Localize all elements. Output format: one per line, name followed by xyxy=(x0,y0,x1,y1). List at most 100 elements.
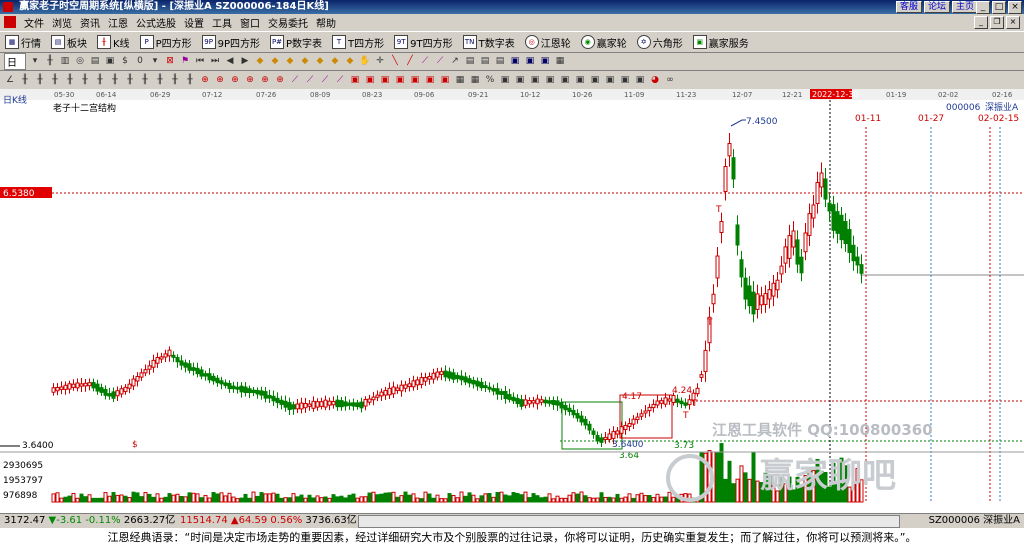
target-icon[interactable]: ⊕ xyxy=(199,74,211,86)
ruler-icon[interactable]: ▤ xyxy=(479,55,491,67)
zero-icon[interactable]: 0 xyxy=(134,55,146,67)
fan-icon[interactable]: ⟋ xyxy=(334,74,346,86)
chevron-down-icon[interactable]: ▾ xyxy=(149,55,161,67)
car-icon[interactable]: ▦ xyxy=(554,55,566,67)
grid-lines-icon[interactable]: ╫ xyxy=(184,74,196,86)
menu-gann[interactable]: 江恩 xyxy=(104,15,132,30)
diamond-icon[interactable]: ◆ xyxy=(284,55,296,67)
box-icon[interactable]: ▣ xyxy=(619,74,631,86)
last-icon[interactable]: ⏭ xyxy=(209,55,221,67)
service-link[interactable]: 客服 xyxy=(895,1,922,13)
target-icon[interactable]: ⊕ xyxy=(274,74,286,86)
diamond-icon[interactable]: ◆ xyxy=(329,55,341,67)
save-icon[interactable]: ▣ xyxy=(539,55,551,67)
diamond-icon[interactable]: ◆ xyxy=(314,55,326,67)
line-icon[interactable]: ╱ xyxy=(404,55,416,67)
toolbar-gann-wheel[interactable]: ◎ 江恩轮 xyxy=(520,35,576,50)
menu-info[interactable]: 资讯 xyxy=(76,15,104,30)
fan-icon[interactable]: ⟋ xyxy=(434,55,446,67)
dollar-icon[interactable]: $ xyxy=(119,55,131,67)
grid-lines-icon[interactable]: ╫ xyxy=(154,74,166,86)
toolbar-service[interactable]: ▣ 赢家服务 xyxy=(688,35,754,50)
forum-link[interactable]: 论坛 xyxy=(923,1,950,13)
target-icon[interactable]: ⊕ xyxy=(214,74,226,86)
menu-settings[interactable]: 设置 xyxy=(180,15,208,30)
compare-icon[interactable]: ⊠ xyxy=(164,55,176,67)
fan-icon[interactable]: ⟋ xyxy=(419,55,431,67)
fan-icon[interactable]: ⟋ xyxy=(319,74,331,86)
hand-icon[interactable]: ✋ xyxy=(359,55,371,67)
square-icon[interactable]: ▣ xyxy=(364,74,376,86)
target-icon[interactable]: ⊕ xyxy=(244,74,256,86)
ruler-icon[interactable]: ▤ xyxy=(494,55,506,67)
toolbar-t-square[interactable]: T T四方形 xyxy=(327,35,389,50)
kline-style-icon[interactable]: ╫ xyxy=(44,55,56,67)
right-icon[interactable]: ▶ xyxy=(239,55,251,67)
menu-window[interactable]: 窗口 xyxy=(236,15,264,30)
toolbar-winner-wheel[interactable]: ◉ 赢家轮 xyxy=(576,35,632,50)
box-icon[interactable]: ▣ xyxy=(589,74,601,86)
save-icon[interactable]: ▣ xyxy=(509,55,521,67)
toolbar-quotes[interactable]: ▦ 行情 xyxy=(0,35,46,50)
table-icon[interactable]: ▦ xyxy=(454,74,466,86)
box-icon[interactable]: ▣ xyxy=(604,74,616,86)
chart-icon[interactable]: ▤ xyxy=(89,55,101,67)
box-icon[interactable]: ▣ xyxy=(559,74,571,86)
percent-icon[interactable]: % xyxy=(484,74,496,86)
toolbar-9p-square[interactable]: 9P 9P四方形 xyxy=(197,35,265,50)
square-icon[interactable]: ▣ xyxy=(379,74,391,86)
bar-icon[interactable]: ▥ xyxy=(59,55,71,67)
grid-lines-icon[interactable]: ╫ xyxy=(34,74,46,86)
box-icon[interactable]: ▣ xyxy=(499,74,511,86)
diamond-icon[interactable]: ◆ xyxy=(254,55,266,67)
target-icon[interactable]: ⊕ xyxy=(229,74,241,86)
maximize-icon[interactable]: □ xyxy=(992,1,1006,14)
square-icon[interactable]: ▣ xyxy=(424,74,436,86)
home-link[interactable]: 主页 xyxy=(951,1,978,13)
box-icon[interactable]: ▣ xyxy=(529,74,541,86)
close-icon[interactable]: × xyxy=(1008,1,1022,14)
toolbar-p-table[interactable]: P# P数字表 xyxy=(265,35,327,50)
crosshair-icon[interactable]: ✛ xyxy=(374,55,386,67)
line-icon[interactable]: ╲ xyxy=(389,55,401,67)
toolbar-kline[interactable]: ╫ K线 xyxy=(92,35,135,50)
chevron-down-icon[interactable]: ▾ xyxy=(29,55,41,67)
grid-lines-icon[interactable]: ╫ xyxy=(79,74,91,86)
diamond-icon[interactable]: ◆ xyxy=(299,55,311,67)
left-icon[interactable]: ◀ xyxy=(224,55,236,67)
minimize-icon[interactable]: _ xyxy=(976,1,990,14)
toolbar-p-square[interactable]: P P四方形 xyxy=(135,35,197,50)
fan-icon[interactable]: ⟋ xyxy=(304,74,316,86)
menu-help[interactable]: 帮助 xyxy=(312,15,340,30)
chart-area[interactable]: 05-30 06-14 06-29 07-12 07-26 08-09 08-23 09-06… xyxy=(0,89,1024,513)
square-icon[interactable]: ▣ xyxy=(439,74,451,86)
grid-lines-icon[interactable]: ╫ xyxy=(49,74,61,86)
period-selector[interactable]: 日 xyxy=(4,52,26,70)
infinity-icon[interactable]: ∞ xyxy=(664,74,676,86)
target-icon[interactable]: ⊕ xyxy=(259,74,271,86)
grid-lines-icon[interactable]: ╫ xyxy=(139,74,151,86)
box-icon[interactable]: ▣ xyxy=(634,74,646,86)
menu-browse[interactable]: 浏览 xyxy=(48,15,76,30)
fan-icon[interactable]: ⟋ xyxy=(289,74,301,86)
square-icon[interactable]: ▣ xyxy=(349,74,361,86)
box-icon[interactable]: ▣ xyxy=(544,74,556,86)
lock-icon[interactable]: ▣ xyxy=(104,55,116,67)
box-icon[interactable]: ▣ xyxy=(574,74,586,86)
kline-chart[interactable]: 05-30 06-14 06-29 07-12 07-26 08-09 08-23 09-06… xyxy=(0,89,1024,513)
toolbar-hexagon[interactable]: ✡ 六角形 xyxy=(632,35,688,50)
diamond-icon[interactable]: ◆ xyxy=(269,55,281,67)
menu-formula[interactable]: 公式选股 xyxy=(132,15,180,30)
save-icon[interactable]: ▣ xyxy=(524,55,536,67)
ring-icon[interactable]: ◎ xyxy=(74,55,86,67)
toolbar-sectors[interactable]: ▤ 板块 xyxy=(46,35,92,50)
flag-icon[interactable]: ⚑ xyxy=(179,55,191,67)
grid-lines-icon[interactable]: ╫ xyxy=(109,74,121,86)
toolbar-t-table[interactable]: TN T数字表 xyxy=(458,35,520,50)
menu-tools[interactable]: 工具 xyxy=(208,15,236,30)
square-icon[interactable]: ▣ xyxy=(394,74,406,86)
grid-lines-icon[interactable]: ╫ xyxy=(94,74,106,86)
arrow-icon[interactable]: ↗ xyxy=(449,55,461,67)
box-icon[interactable]: ▣ xyxy=(514,74,526,86)
mdi-restore-icon[interactable]: ❐ xyxy=(990,16,1004,29)
